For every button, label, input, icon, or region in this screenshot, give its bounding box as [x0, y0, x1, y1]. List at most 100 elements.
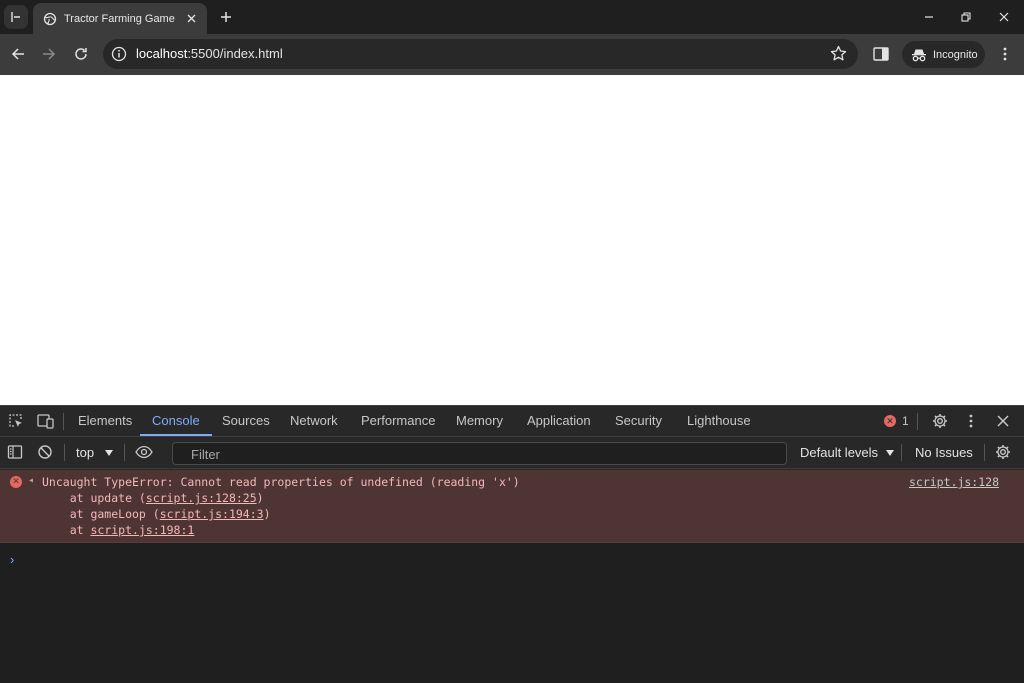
clear-console-button[interactable] [36, 443, 54, 461]
tab-lighthouse[interactable]: Lighthouse [687, 406, 751, 436]
console-toolbar: top Default levels No Issues [0, 437, 1024, 469]
gear-icon [996, 445, 1010, 459]
console-sidebar-button[interactable] [6, 443, 24, 461]
console-output: ✕ ◂ Uncaught TypeError: Cannot read prop… [0, 470, 1024, 683]
log-levels-dropdown[interactable]: Default levels [800, 445, 895, 460]
context-selector[interactable]: top [76, 445, 114, 460]
error-icon: ✕ [884, 415, 896, 427]
url-text: localhost:5500/index.html [136, 46, 283, 61]
eye-icon [135, 445, 153, 459]
context-label: top [76, 445, 95, 460]
triangle-down-icon [105, 449, 114, 456]
close-icon [187, 14, 195, 23]
inspect-element-button[interactable] [7, 412, 25, 430]
page-viewport [0, 75, 1024, 405]
url-rest: :5500/index.html [187, 46, 283, 61]
live-expression-button[interactable] [135, 443, 153, 461]
incognito-icon [912, 49, 926, 61]
triangle-down-icon [886, 449, 895, 456]
toolbar-divider [901, 444, 902, 461]
error-source-link[interactable]: script.js:128 [909, 475, 999, 489]
reload-button[interactable] [70, 43, 92, 65]
devtools-menu-button[interactable] [962, 412, 980, 430]
devtools-panel: Elements Console Sources Network Perform… [0, 405, 1024, 683]
tab-title: Tractor Farming Game [64, 12, 175, 25]
toolbar-divider [984, 444, 985, 461]
log-levels-label: Default levels [800, 445, 879, 460]
restore-button[interactable] [952, 5, 980, 29]
inspect-icon [9, 414, 22, 427]
console-error-message: ✕ ◂ Uncaught TypeError: Cannot read prop… [0, 470, 1024, 543]
error-icon: ✕ [10, 476, 22, 488]
tab-sources[interactable]: Sources [222, 406, 270, 436]
toolbar-divider [917, 413, 918, 430]
forward-button[interactable] [38, 43, 60, 65]
devtools-settings-button[interactable] [931, 412, 949, 430]
minimize-icon [925, 16, 933, 18]
new-tab-button[interactable] [216, 7, 236, 27]
stack-frame: at gameLoop (script.js:194:3) [42, 507, 271, 521]
more-vertical-icon [969, 414, 973, 428]
error-count: 1 [902, 414, 909, 428]
tab-security[interactable]: Security [615, 406, 662, 436]
tab-performance[interactable]: Performance [361, 406, 435, 436]
back-button[interactable] [7, 43, 29, 65]
tab-memory[interactable]: Memory [456, 406, 503, 436]
expand-caret-icon[interactable]: ◂ [28, 475, 34, 486]
sidebar-icon [7, 445, 23, 459]
minimize-button[interactable] [915, 5, 943, 29]
browser-toolbar: localhost:5500/index.html Incognito [0, 34, 1024, 75]
side-panel-icon[interactable] [872, 45, 890, 63]
error-counter[interactable]: ✕ 1 [884, 414, 909, 428]
address-bar[interactable]: localhost:5500/index.html [103, 39, 858, 69]
tab-tractor-farming-game[interactable]: Tractor Farming Game [33, 3, 207, 34]
stack-frame-text: at update ( [42, 491, 146, 505]
toolbar-divider [64, 444, 65, 461]
issues-button[interactable]: No Issues [915, 445, 973, 460]
tab-search-icon [11, 12, 20, 22]
bookmark-star-icon[interactable] [830, 45, 847, 62]
device-toolbar-button[interactable] [36, 412, 54, 430]
reload-icon [75, 48, 87, 60]
incognito-badge[interactable]: Incognito [902, 41, 985, 68]
filter-field[interactable] [172, 442, 787, 465]
more-vertical-icon [1003, 47, 1007, 61]
tab-elements[interactable]: Elements [78, 406, 132, 436]
stack-frame-text: at gameLoop ( [42, 507, 160, 521]
info-icon[interactable] [111, 46, 127, 62]
stack-frame: at script.js:198:1 [42, 523, 195, 537]
tab-application[interactable]: Application [527, 406, 591, 436]
stack-frame-link[interactable]: script.js:198:1 [90, 523, 194, 537]
toolbar-divider [124, 444, 125, 461]
close-icon [999, 12, 1009, 22]
tab-search-button[interactable] [4, 5, 28, 29]
close-icon [997, 415, 1009, 427]
device-icon [36, 414, 54, 429]
devtools-close-button[interactable] [994, 412, 1012, 430]
stack-frame-link[interactable]: script.js:128:25 [146, 491, 257, 505]
stack-frame: at update (script.js:128:25) [42, 491, 264, 505]
tab-strip: Tractor Farming Game [0, 0, 1024, 34]
error-text: Uncaught TypeError: Cannot read properti… [42, 475, 520, 489]
url-host: localhost [136, 46, 188, 61]
gear-icon [933, 414, 947, 428]
plus-icon [221, 12, 231, 22]
incognito-label: Incognito [933, 48, 978, 61]
stack-frame-suffix: ) [263, 507, 271, 521]
console-prompt[interactable]: › [10, 552, 14, 567]
console-settings-button[interactable] [994, 443, 1012, 461]
stack-frame-text: at [42, 523, 91, 537]
filter-input[interactable] [189, 446, 769, 463]
browser-menu-button[interactable] [996, 45, 1014, 63]
arrow-right-icon [43, 48, 56, 60]
toolbar-divider [63, 413, 64, 430]
stack-frame-suffix: ) [256, 491, 264, 505]
globe-icon [43, 12, 57, 25]
stack-frame-link[interactable]: script.js:194:3 [160, 507, 264, 521]
window-close-button[interactable] [990, 5, 1018, 29]
devtools-tab-bar: Elements Console Sources Network Perform… [0, 406, 1024, 437]
arrow-left-icon [11, 48, 24, 60]
tab-close-button[interactable] [183, 11, 199, 27]
tab-network[interactable]: Network [290, 406, 338, 436]
tab-console[interactable]: Console [140, 406, 212, 436]
